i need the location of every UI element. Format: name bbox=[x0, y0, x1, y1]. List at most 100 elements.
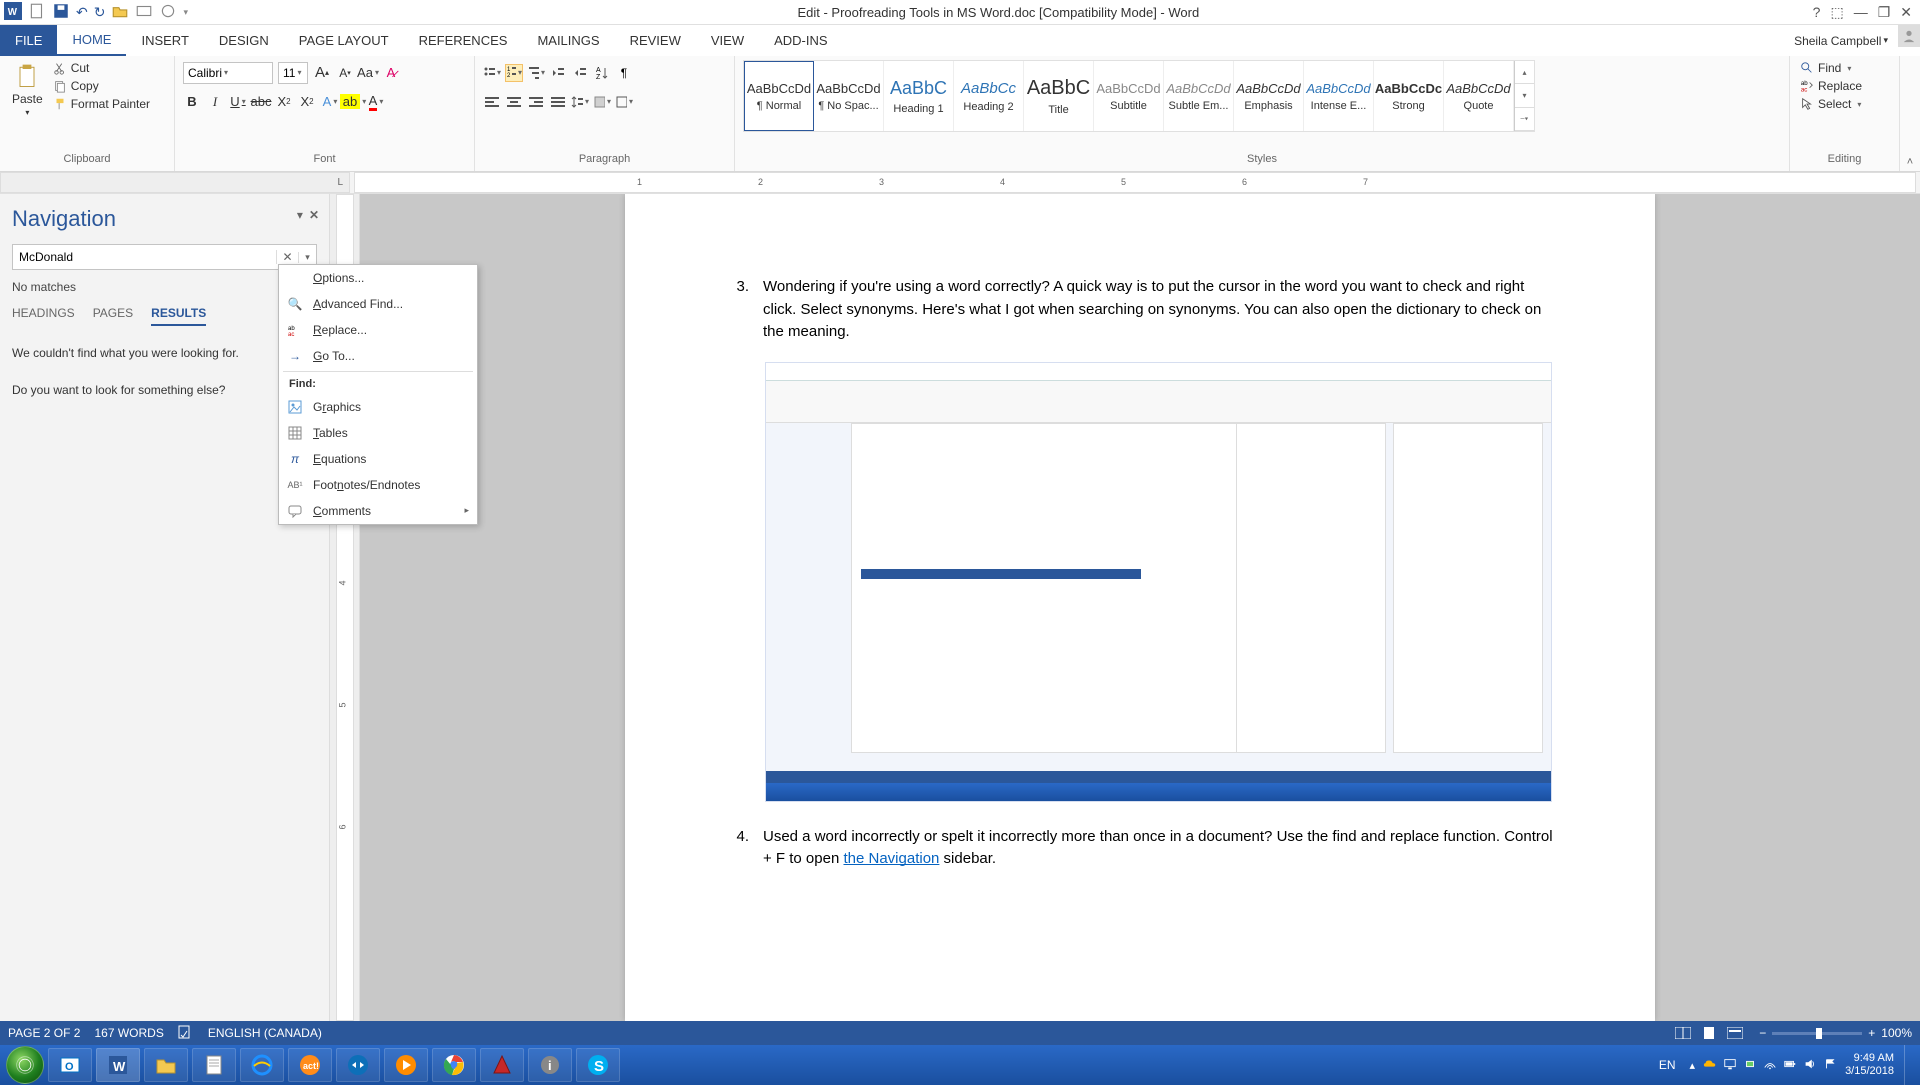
nav-close-icon[interactable]: ✕ bbox=[309, 208, 319, 222]
gallery-more-icon[interactable]: ⎯▾ bbox=[1515, 108, 1534, 131]
open-icon[interactable] bbox=[111, 2, 129, 23]
highlight-icon[interactable]: ab▾ bbox=[344, 92, 362, 112]
style-subtle-emphasis[interactable]: AaBbCcDdSubtle Em... bbox=[1164, 61, 1234, 131]
clear-formatting-icon[interactable]: A̷ bbox=[382, 63, 400, 83]
menu-options[interactable]: Options... bbox=[279, 265, 477, 291]
horizontal-ruler[interactable]: 1 2 3 4 5 6 7 bbox=[354, 172, 1916, 193]
style-no-spacing[interactable]: AaBbCcDd¶ No Spac... bbox=[814, 61, 884, 131]
font-color-icon[interactable]: A▾ bbox=[367, 92, 385, 112]
tray-onedrive-icon[interactable] bbox=[1703, 1057, 1717, 1074]
tray-network-icon[interactable] bbox=[1763, 1057, 1777, 1074]
restore-icon[interactable]: ❐ bbox=[1878, 4, 1891, 21]
document-viewport[interactable]: 3. Wondering if you're using a word corr… bbox=[360, 194, 1920, 1021]
help-icon[interactable]: ? bbox=[1813, 4, 1821, 20]
undo-icon[interactable]: ↶ bbox=[76, 4, 88, 21]
print-layout-icon[interactable] bbox=[1699, 1025, 1719, 1041]
task-chrome[interactable] bbox=[432, 1048, 476, 1082]
increase-indent-icon[interactable] bbox=[571, 64, 589, 82]
decrease-indent-icon[interactable] bbox=[549, 64, 567, 82]
task-notepad[interactable] bbox=[192, 1048, 236, 1082]
close-icon[interactable]: ✕ bbox=[1900, 4, 1912, 21]
collapse-ribbon-icon[interactable]: ˄ bbox=[1900, 56, 1920, 171]
qat-icon-3[interactable] bbox=[159, 2, 177, 23]
task-media[interactable] bbox=[384, 1048, 428, 1082]
nav-tab-results[interactable]: RESULTS bbox=[151, 306, 206, 326]
replace-button[interactable]: abacReplace bbox=[1798, 78, 1864, 94]
menu-goto[interactable]: →Go To... bbox=[279, 343, 477, 369]
nav-dropdown-icon[interactable]: ▾ bbox=[297, 208, 303, 222]
show-desktop-button[interactable] bbox=[1904, 1045, 1914, 1085]
nav-tab-pages[interactable]: PAGES bbox=[93, 306, 133, 326]
zoom-out-icon[interactable]: − bbox=[1759, 1026, 1766, 1040]
tray-time[interactable]: 9:49 AM bbox=[1845, 1052, 1894, 1065]
justify-icon[interactable] bbox=[549, 93, 567, 111]
task-app-red[interactable] bbox=[480, 1048, 524, 1082]
style-emphasis[interactable]: AaBbCcDdEmphasis bbox=[1234, 61, 1304, 131]
font-size-input[interactable]: 11▾ bbox=[278, 62, 308, 84]
status-proofing-icon[interactable] bbox=[178, 1025, 194, 1042]
tab-view[interactable]: VIEW bbox=[696, 25, 759, 56]
italic-icon[interactable]: I bbox=[206, 92, 224, 112]
tab-references[interactable]: REFERENCES bbox=[404, 25, 523, 56]
tray-expand-icon[interactable]: ▴ bbox=[1690, 1059, 1696, 1072]
bullets-icon[interactable]: ▾ bbox=[483, 64, 501, 82]
menu-advanced-find[interactable]: 🔍Advanced Find... bbox=[279, 291, 477, 317]
new-doc-icon[interactable] bbox=[28, 2, 46, 23]
ribbon-display-icon[interactable]: ⬚ bbox=[1830, 4, 1843, 21]
status-language[interactable]: ENGLISH (CANADA) bbox=[208, 1026, 322, 1040]
select-button[interactable]: Select ▾ bbox=[1798, 96, 1864, 112]
style-title[interactable]: AaBbCTitle bbox=[1024, 61, 1094, 131]
qat-icon-2[interactable] bbox=[135, 2, 153, 23]
line-spacing-icon[interactable]: ▾ bbox=[571, 93, 589, 111]
menu-graphics[interactable]: Graphics bbox=[279, 394, 477, 420]
task-ie[interactable] bbox=[240, 1048, 284, 1082]
style-heading2[interactable]: AaBbCcHeading 2 bbox=[954, 61, 1024, 131]
change-case-icon[interactable]: Aa▾ bbox=[359, 63, 377, 83]
task-explorer[interactable] bbox=[144, 1048, 188, 1082]
menu-replace[interactable]: abacReplace... bbox=[279, 317, 477, 343]
start-button[interactable] bbox=[6, 1046, 44, 1084]
status-word-count[interactable]: 167 WORDS bbox=[94, 1026, 163, 1040]
zoom-level[interactable]: 100% bbox=[1881, 1026, 1912, 1040]
shading-icon[interactable]: ▾ bbox=[593, 93, 611, 111]
task-app-info[interactable]: i bbox=[528, 1048, 572, 1082]
strikethrough-icon[interactable]: abc bbox=[252, 92, 270, 112]
zoom-in-icon[interactable]: + bbox=[1868, 1026, 1875, 1040]
align-center-icon[interactable] bbox=[505, 93, 523, 111]
format-painter-button[interactable]: Format Painter bbox=[51, 96, 152, 112]
tray-volume-icon[interactable] bbox=[1803, 1057, 1817, 1074]
minimize-icon[interactable]: — bbox=[1854, 4, 1868, 20]
tab-mailings[interactable]: MAILINGS bbox=[522, 25, 614, 56]
paste-button[interactable]: Paste ▾ bbox=[8, 60, 47, 119]
task-teamviewer[interactable] bbox=[336, 1048, 380, 1082]
style-quote[interactable]: AaBbCcDdQuote bbox=[1444, 61, 1514, 131]
style-intense-emphasis[interactable]: AaBbCcDdIntense E... bbox=[1304, 61, 1374, 131]
nav-search-input[interactable] bbox=[13, 250, 276, 264]
menu-equations[interactable]: πEquations bbox=[279, 446, 477, 472]
style-heading1[interactable]: AaBbCHeading 1 bbox=[884, 61, 954, 131]
tab-selector[interactable]: L bbox=[0, 172, 350, 193]
tray-safely-remove-icon[interactable] bbox=[1743, 1057, 1757, 1074]
superscript-icon[interactable]: X2 bbox=[298, 92, 316, 112]
tab-review[interactable]: REVIEW bbox=[615, 25, 696, 56]
web-layout-icon[interactable] bbox=[1725, 1025, 1745, 1041]
tray-date[interactable]: 3/15/2018 bbox=[1845, 1065, 1894, 1078]
borders-icon[interactable]: ▾ bbox=[615, 93, 633, 111]
numbering-icon[interactable]: 12▾ bbox=[505, 64, 523, 82]
align-left-icon[interactable] bbox=[483, 93, 501, 111]
font-name-input[interactable]: Calibri▾ bbox=[183, 62, 273, 84]
read-mode-icon[interactable] bbox=[1673, 1025, 1693, 1041]
underline-icon[interactable]: U▾ bbox=[229, 92, 247, 112]
sort-icon[interactable]: AZ bbox=[593, 64, 611, 82]
user-name[interactable]: Sheila Campbell ▾ bbox=[1788, 25, 1894, 56]
save-icon[interactable] bbox=[52, 2, 70, 23]
cut-button[interactable]: Cut bbox=[51, 60, 152, 76]
style-subtitle[interactable]: AaBbCcDdSubtitle bbox=[1094, 61, 1164, 131]
menu-tables[interactable]: Tables bbox=[279, 420, 477, 446]
multilevel-list-icon[interactable]: ▾ bbox=[527, 64, 545, 82]
copy-button[interactable]: Copy bbox=[51, 78, 152, 94]
find-button[interactable]: Find ▾ bbox=[1798, 60, 1864, 76]
shrink-font-icon[interactable]: A▾ bbox=[336, 63, 354, 83]
paragraph-3-text[interactable]: Wondering if you're using a word correct… bbox=[763, 276, 1555, 344]
task-skype[interactable]: S bbox=[576, 1048, 620, 1082]
